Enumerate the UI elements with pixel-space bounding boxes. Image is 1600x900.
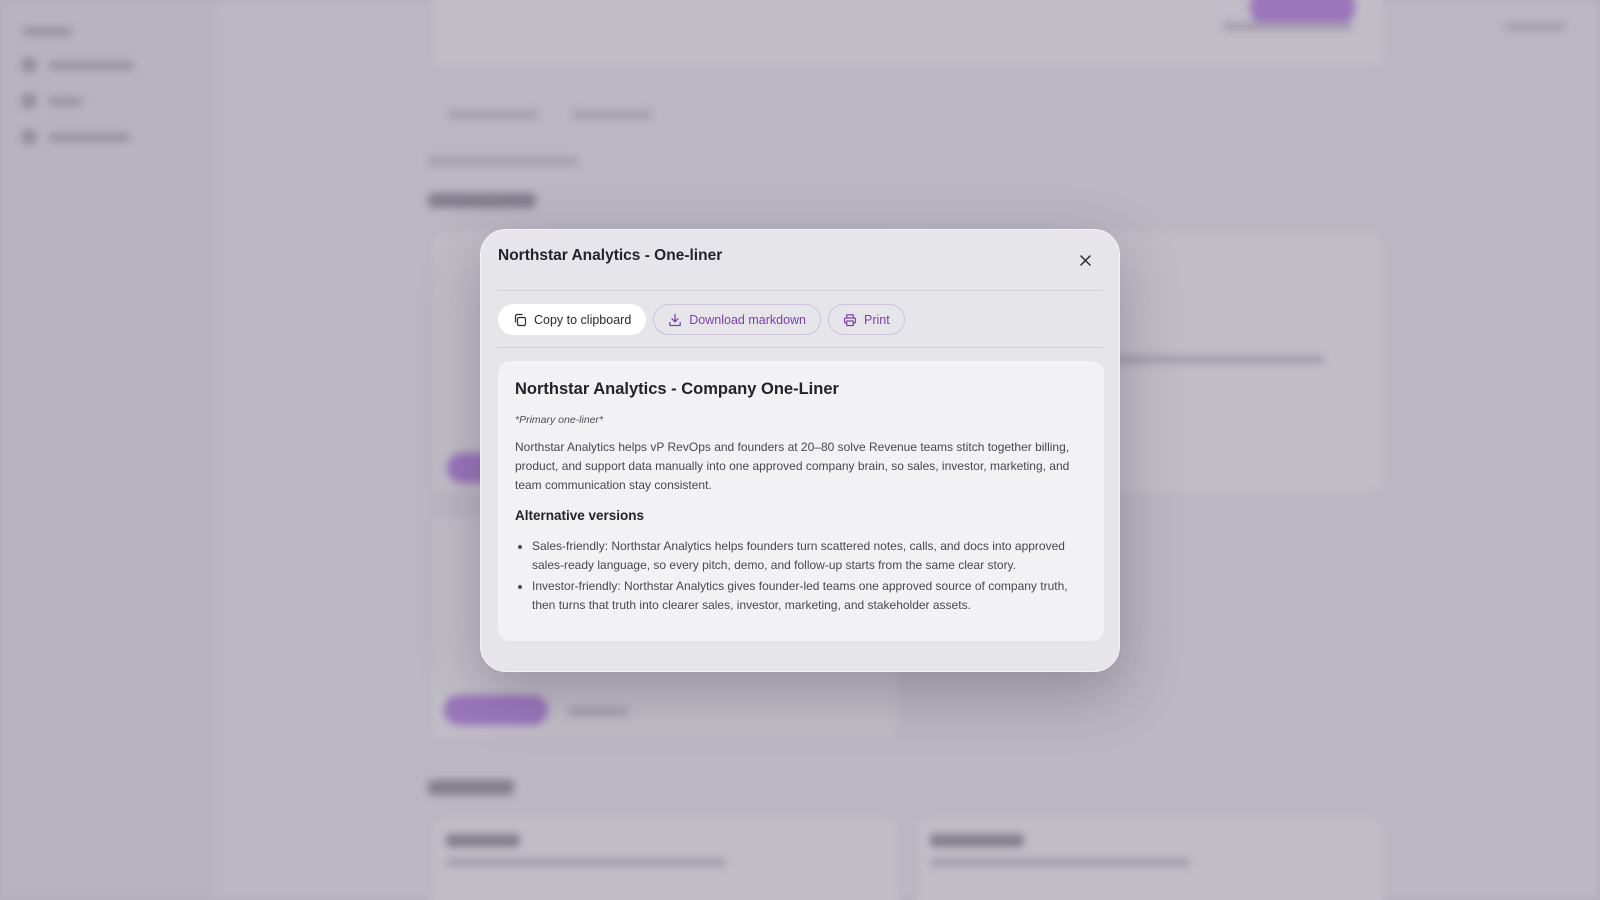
one-liner-modal: Northstar Analytics - One-liner Copy to … xyxy=(480,229,1120,672)
print-button-label: Print xyxy=(864,312,890,327)
close-icon xyxy=(1079,254,1091,266)
alternatives-heading: Alternative versions xyxy=(515,508,645,523)
close-button[interactable] xyxy=(1077,252,1093,268)
modal-title: Northstar Analytics - One-liner xyxy=(498,247,723,264)
primary-one-liner: Northstar Analytics helps vP RevOps and … xyxy=(515,440,1070,492)
copy-icon xyxy=(514,313,527,326)
document-title: Northstar Analytics - Company One-Liner xyxy=(515,380,839,398)
download-button-label: Download markdown xyxy=(689,312,807,327)
list-item: Investor-friendly: Northstar Analytics g… xyxy=(532,577,1087,615)
list-item: Sales-friendly: Northstar Analytics help… xyxy=(532,537,1087,575)
document-preview: Northstar Analytics - Company One-Liner … xyxy=(498,361,1104,641)
printer-icon xyxy=(843,313,857,326)
copy-to-clipboard-button[interactable]: Copy to clipboard xyxy=(498,304,647,335)
modal-actions: Copy to clipboard Download markdown Prin… xyxy=(498,304,905,335)
document-subtitle: *Primary one-liner* xyxy=(515,414,604,426)
print-button[interactable]: Print xyxy=(828,304,905,335)
copy-button-label: Copy to clipboard xyxy=(534,312,632,327)
download-markdown-button[interactable]: Download markdown xyxy=(653,304,822,335)
header-divider xyxy=(498,290,1102,291)
download-icon xyxy=(669,313,682,326)
actions-divider xyxy=(498,347,1102,348)
alternatives-list: Sales-friendly: Northstar Analytics help… xyxy=(515,537,1087,615)
